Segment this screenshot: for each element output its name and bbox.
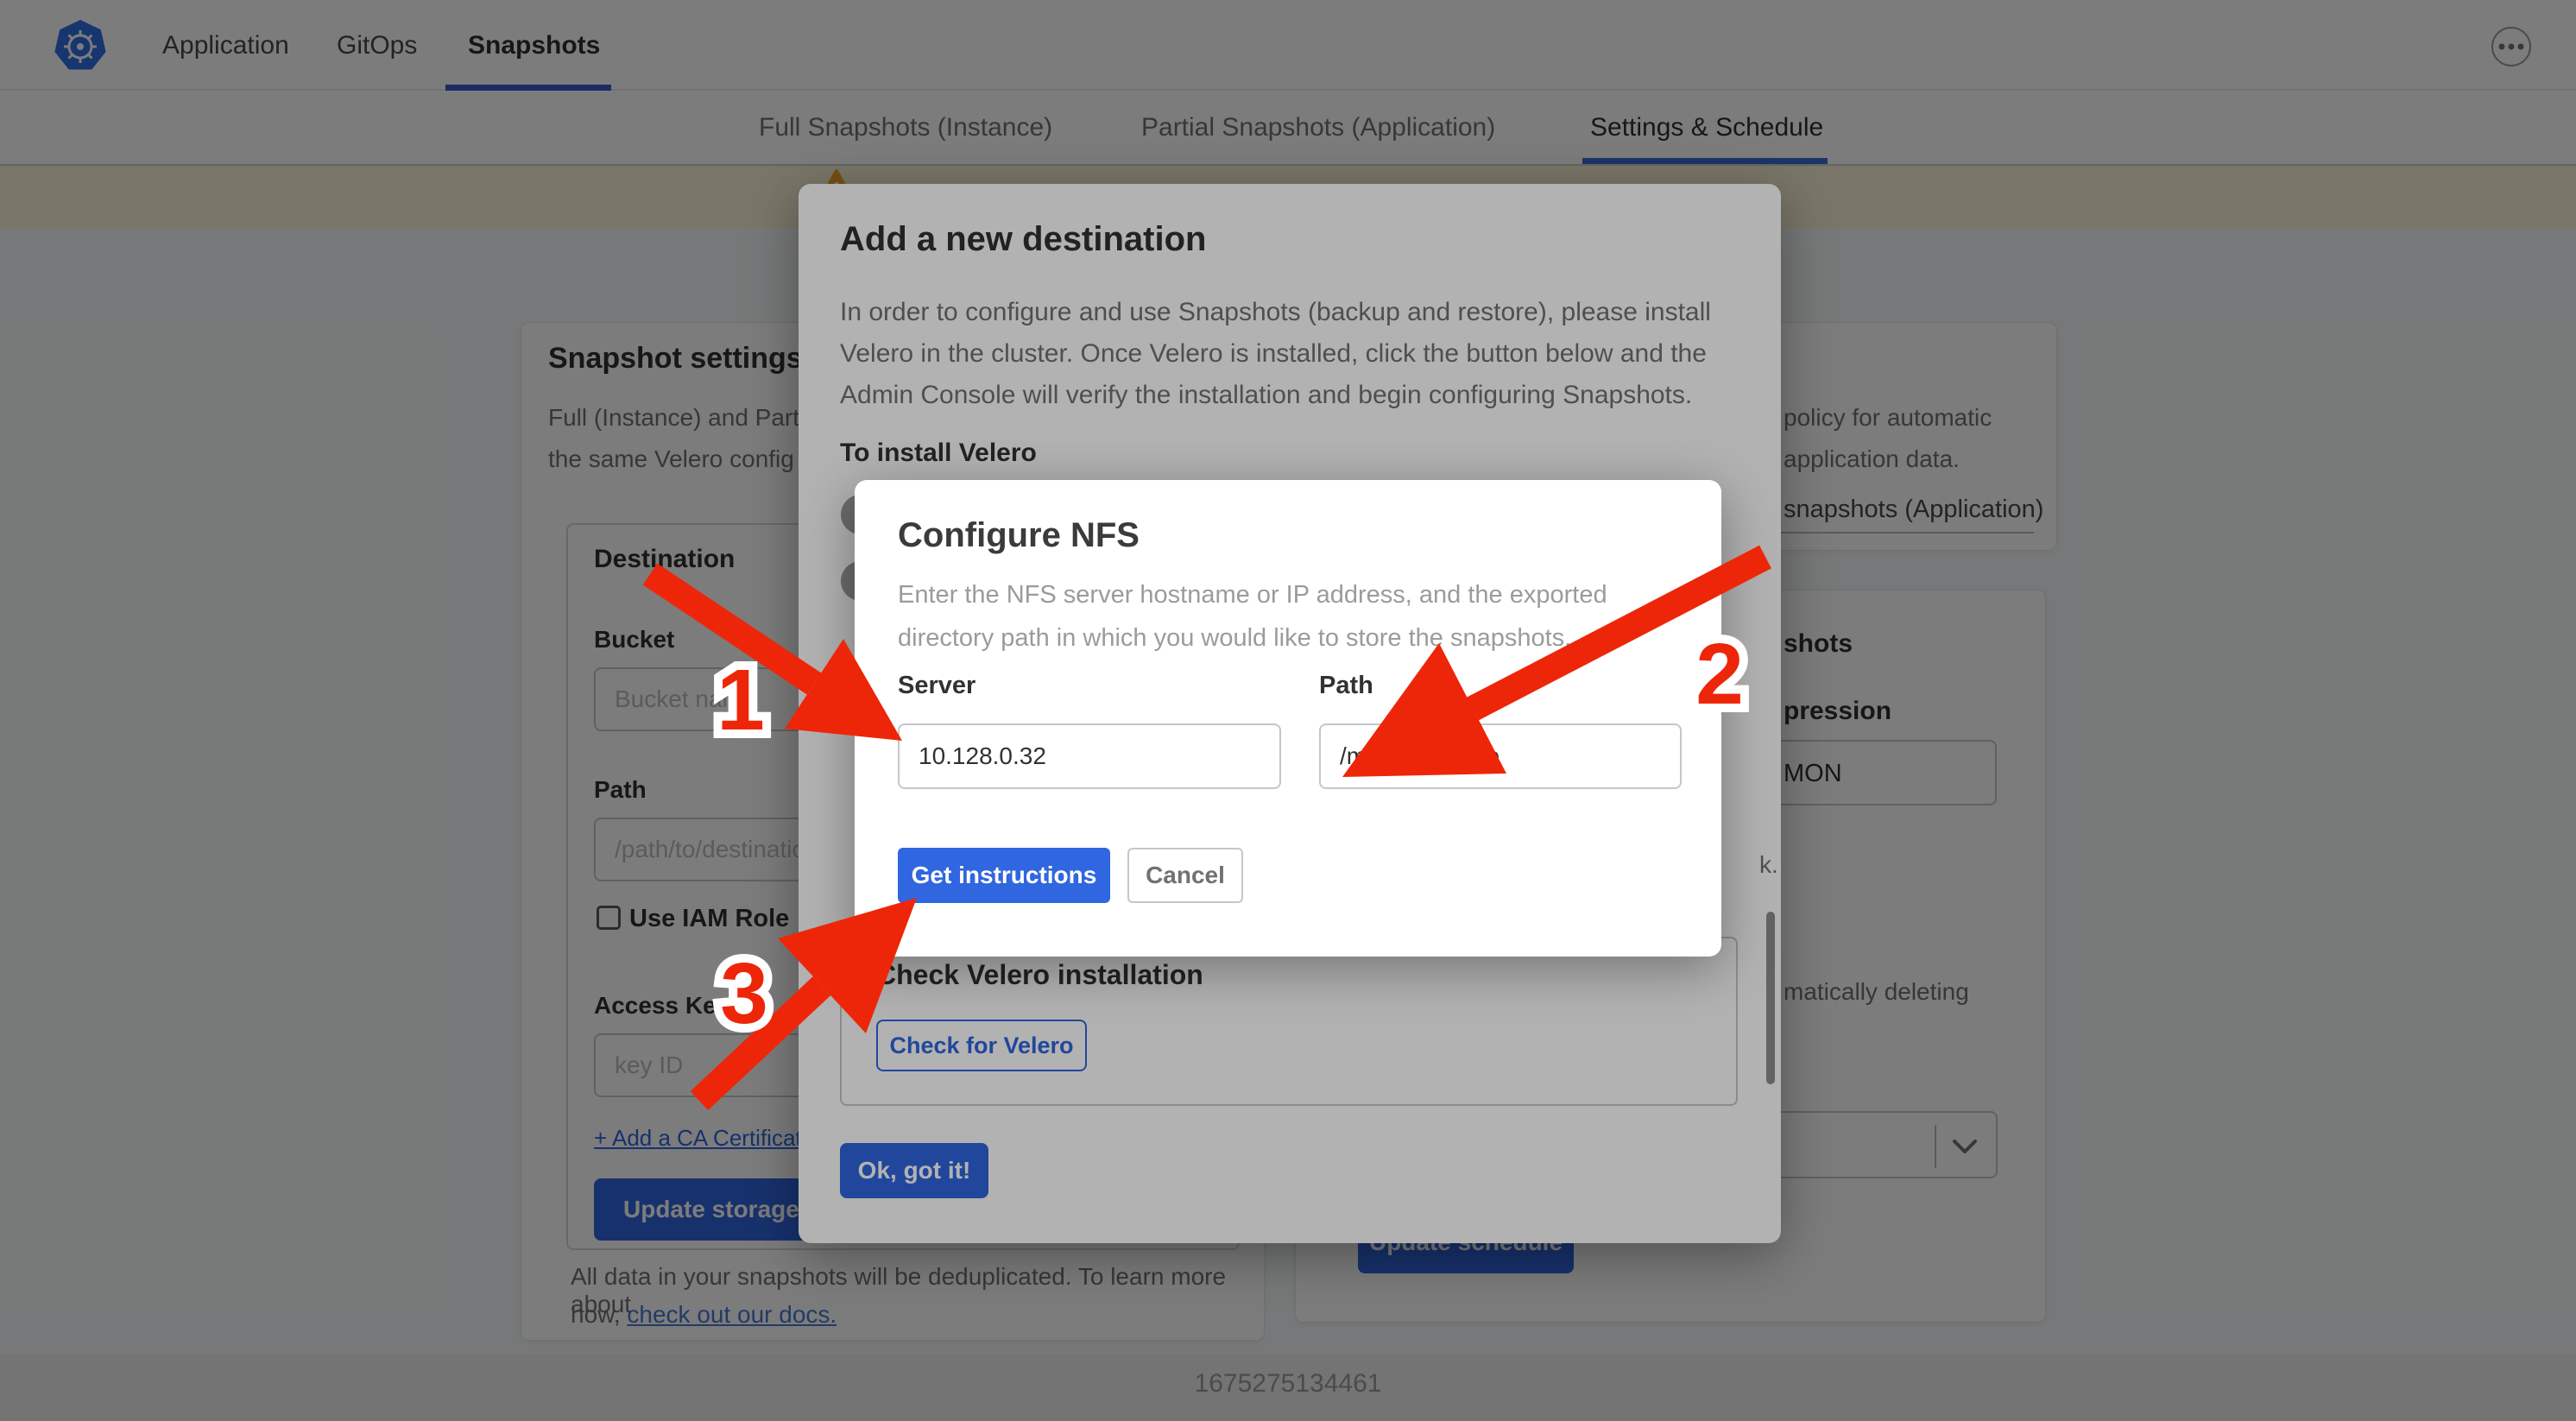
annotation-badge-1: 1 (717, 652, 765, 748)
app-window: Application GitOps Snapshots Full Snapsh… (0, 0, 2576, 1421)
annotation-badge-2: 2 (1695, 626, 1744, 723)
annotation-badge-3: 3 (720, 945, 768, 1042)
annotation-layer: 1 2 3 (0, 0, 2576, 1421)
annotation-arrow-1 (650, 574, 902, 741)
